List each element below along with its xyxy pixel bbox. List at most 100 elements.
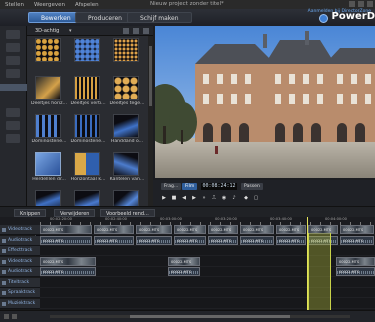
library-item[interactable] — [31, 38, 67, 76]
audio-clip[interactable]: 00022.MTS — [208, 235, 238, 245]
audio-clip[interactable]: 00022.MTS — [340, 235, 374, 245]
video-clip[interactable]: 00022.MTS — [174, 225, 206, 234]
track-label[interactable]: Effecttrack — [0, 246, 40, 256]
next-frame-icon[interactable]: ▶ — [191, 195, 197, 201]
transition-room-icon[interactable] — [0, 84, 27, 91]
fast-forward-icon[interactable]: » — [201, 195, 207, 201]
track-labels: Videotrack Audiotrack Effecttrack Videotrac… — [0, 225, 40, 310]
audio-clip[interactable]: 00022.MTS — [40, 267, 96, 276]
menu-item-weergeven[interactable]: Weergeven — [29, 2, 70, 8]
close-icon[interactable] — [367, 1, 373, 7]
media-room-icon[interactable] — [6, 30, 20, 39]
track-label[interactable]: Videotrack — [0, 256, 40, 267]
track-label[interactable]: Titeltrack — [0, 277, 40, 288]
volume-icon[interactable]: ♪ — [231, 195, 237, 201]
audio-clip[interactable]: 00022.MTS — [174, 235, 206, 245]
split-icon[interactable]: ⎍ — [211, 195, 217, 201]
tab-schijf-maken[interactable]: Schijf maken — [127, 12, 192, 23]
library-item[interactable]: Handdand o... — [109, 114, 145, 152]
delete-button[interactable]: Verwijderen — [54, 209, 96, 217]
chevron-down-icon[interactable]: ▾ — [69, 28, 72, 34]
brand-logo-icon — [319, 14, 328, 23]
video-clip[interactable]: 00022.MTS — [40, 225, 92, 234]
grid-view-icon[interactable] — [123, 28, 129, 34]
timeline-tracks: 00022.MTS 00022.MTS 00022.MTS 00022.MTS 0002… — [40, 225, 375, 322]
voice-room-icon[interactable] — [6, 134, 20, 143]
timeline-scroll-thumb[interactable] — [130, 315, 290, 318]
clip-label: 00022.MTS — [339, 259, 360, 264]
menu-item-afspelen[interactable]: Afspelen — [70, 2, 104, 8]
track-label[interactable]: Audiotrack — [0, 267, 40, 277]
prev-frame-icon[interactable]: ◀ — [181, 195, 187, 201]
video-clip[interactable]: 00022.MTS — [168, 256, 200, 266]
audio-clip[interactable]: 00022.MTS — [136, 235, 172, 245]
audio-clip[interactable]: 00022.MTS — [168, 267, 200, 276]
video-clip[interactable]: 00022.MTS — [336, 256, 375, 266]
preview-frame-image — [155, 26, 375, 178]
library-item[interactable]: Deeltjes verti... — [70, 76, 106, 114]
maximize-icon[interactable] — [358, 1, 364, 7]
zoom-out-icon[interactable] — [4, 314, 9, 319]
audio-clip[interactable]: 00022.MTS — [40, 235, 92, 245]
play-icon[interactable]: ▶ — [161, 195, 167, 201]
library-item[interactable]: Dominostene... — [31, 114, 67, 152]
audio-clip[interactable]: 00022.MTS — [94, 235, 134, 245]
audio-clip[interactable]: 00022.MTS — [240, 235, 274, 245]
particle-room-icon[interactable] — [6, 69, 20, 78]
track-label[interactable]: Audiotrack — [0, 235, 40, 246]
video-clip[interactable]: 00022.MTS — [276, 225, 306, 234]
library-item[interactable]: Deeltjes tege... — [109, 76, 145, 114]
library-item[interactable]: Herdelllen dr... — [31, 152, 67, 190]
library-item-label: Deeltjes tege... — [109, 101, 145, 106]
fullscreen-icon[interactable]: ▢ — [253, 195, 259, 201]
transition-thumbnail — [74, 38, 100, 62]
video-clip[interactable]: 00022.MTS — [40, 256, 96, 266]
snapshot-icon[interactable]: ◉ — [221, 195, 227, 201]
cut-button[interactable]: Knippen — [14, 209, 47, 217]
video-clip[interactable]: 00022.MTS — [240, 225, 274, 234]
transition-thumbnail — [35, 76, 61, 100]
library-item[interactable]: Horizontaal k... — [70, 152, 106, 190]
track-label[interactable]: Videotrack — [0, 225, 40, 235]
effect-room-icon[interactable] — [6, 43, 20, 52]
audio-room-icon[interactable] — [6, 121, 20, 130]
fit-dropdown[interactable]: Passen — [241, 183, 263, 190]
stop-icon[interactable]: ■ — [171, 195, 177, 201]
video-clip[interactable]: 00022.MTS — [136, 225, 172, 234]
timeline-scrollbar[interactable] — [50, 315, 350, 318]
title-room-icon[interactable] — [6, 108, 20, 117]
library-item-label: Kantelen van... — [109, 177, 145, 182]
film-mode-button[interactable]: Film — [182, 183, 198, 190]
tab-produceren[interactable]: Produceren — [75, 12, 135, 23]
pip-room-icon[interactable] — [6, 56, 20, 65]
library-item[interactable]: Deeltjes horiz... — [31, 76, 67, 114]
scroll-thumb[interactable] — [149, 46, 152, 106]
audio-clip[interactable]: 00022.MTS — [336, 267, 375, 276]
render-preview-button[interactable]: Voorbeeld rend... — [100, 209, 155, 217]
audio-clip[interactable]: 00022.MTS — [276, 235, 306, 245]
track-label[interactable]: Spraaktrack — [0, 288, 40, 298]
fragment-mode-button[interactable]: Frag... — [161, 183, 182, 190]
clip-label: 00022.MTS — [339, 270, 360, 274]
library-item[interactable] — [109, 38, 145, 76]
clip-label: 00022.MTS — [279, 228, 300, 232]
library-item[interactable] — [70, 38, 106, 76]
timeline-ruler[interactable]: 00:02:20:00 00:02:40:00 00:03:00:00 00:03:2… — [40, 217, 375, 225]
library-item-label: Herdelllen dr... — [32, 177, 66, 182]
menu-item-stellen[interactable]: Stellen — [0, 2, 29, 8]
search-icon[interactable] — [143, 28, 149, 34]
minimize-icon[interactable] — [349, 1, 355, 7]
zoom-in-icon[interactable] — [12, 314, 17, 319]
selected-range[interactable] — [308, 233, 331, 322]
video-clip[interactable]: 00022.MTS — [208, 225, 238, 234]
library-item[interactable]: Dominostene... — [70, 114, 106, 152]
display-3d-icon[interactable]: ◆ — [243, 195, 249, 201]
track-label[interactable]: Muziektrack — [0, 298, 40, 309]
video-clip[interactable]: 00022.MTS — [94, 225, 134, 234]
list-view-icon[interactable] — [133, 28, 139, 34]
clip-label: 00022.MTS — [211, 238, 232, 243]
transition-thumbnail — [113, 38, 139, 62]
playhead[interactable] — [307, 217, 308, 310]
library-item[interactable]: Kantelen van... — [109, 152, 145, 190]
video-clip[interactable]: 00022.MTS — [340, 225, 374, 234]
